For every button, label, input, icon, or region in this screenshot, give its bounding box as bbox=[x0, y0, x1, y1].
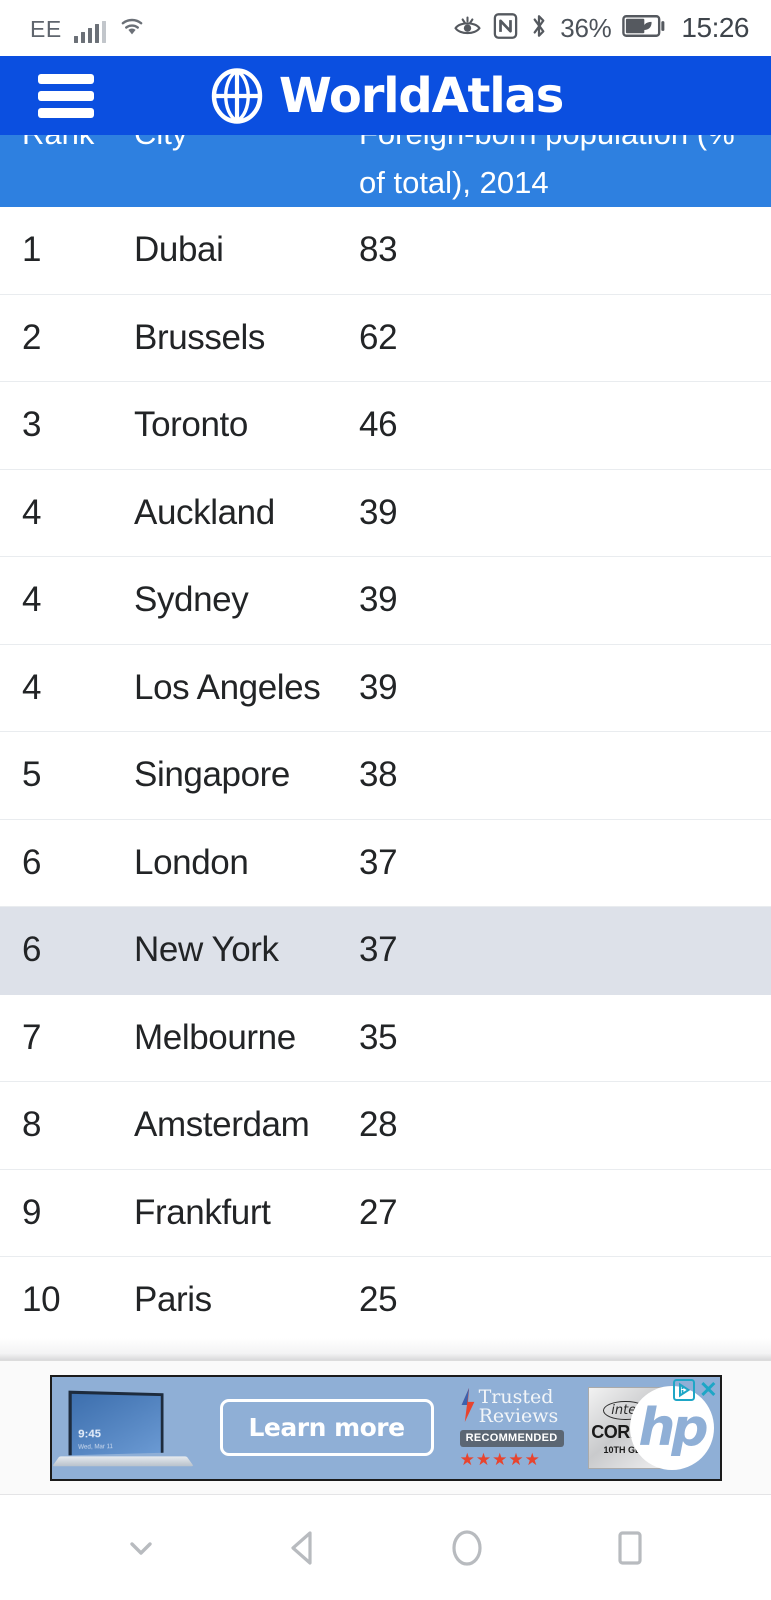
cell-value: 35 bbox=[359, 1017, 398, 1057]
advertisement-banner[interactable]: 9:45 Wed, Mar 11 Learn more Trusted Revi… bbox=[49, 1374, 722, 1481]
cell-value: 37 bbox=[359, 930, 398, 970]
globe-icon bbox=[208, 67, 266, 125]
cell-value: 28 bbox=[359, 1105, 398, 1145]
data-table: Rank City Foreign-born population (% of … bbox=[0, 135, 771, 1360]
cell-value: 38 bbox=[359, 755, 398, 795]
cell-rank: 9 bbox=[22, 1192, 42, 1232]
column-header-value[interactable]: Foreign-born population (% of total), 20… bbox=[359, 135, 771, 207]
status-bar-left: EE bbox=[30, 14, 146, 43]
cell-value: 25 bbox=[359, 1280, 398, 1320]
battery-percent-label: 36% bbox=[560, 12, 612, 43]
hide-nav-button[interactable] bbox=[105, 1512, 177, 1584]
phone-screen: EE 36% 15:26 WorldAtlas of total), 2014 … bbox=[0, 0, 771, 1600]
trusted-reviews-badge: Trusted Reviews RECOMMENDED ★★★★★ bbox=[459, 1385, 564, 1469]
column-header-city[interactable]: City bbox=[134, 135, 359, 207]
trusted-reviews-lightning-icon bbox=[460, 1387, 476, 1426]
recommended-badge-label: RECOMMENDED bbox=[459, 1429, 564, 1447]
app-brand: WorldAtlas bbox=[0, 56, 771, 135]
carrier-label: EE bbox=[30, 15, 62, 42]
cell-city: Dubai bbox=[134, 230, 224, 270]
scroll-shadow bbox=[0, 1338, 771, 1360]
clock-label: 15:26 bbox=[681, 12, 749, 43]
table-row[interactable]: 4 Sydney 39 bbox=[0, 557, 771, 645]
cell-rank: 7 bbox=[22, 1017, 42, 1057]
hamburger-menu-icon[interactable] bbox=[38, 73, 94, 118]
table-header-row: Rank City Foreign-born population (% of … bbox=[0, 135, 771, 207]
ad-controls: ✕ bbox=[673, 1378, 718, 1401]
cell-rank: 4 bbox=[22, 667, 42, 707]
table-row[interactable]: 3 Toronto 46 bbox=[0, 382, 771, 470]
cell-city: Brussels bbox=[134, 317, 266, 357]
adchoices-icon[interactable] bbox=[673, 1378, 696, 1401]
back-button[interactable] bbox=[268, 1512, 340, 1584]
table-row[interactable]: 4 Los Angeles 39 bbox=[0, 645, 771, 732]
cell-value: 39 bbox=[359, 492, 398, 532]
home-button[interactable] bbox=[431, 1512, 503, 1584]
advertisement-zone: 9:45 Wed, Mar 11 Learn more Trusted Revi… bbox=[0, 1360, 771, 1494]
nfc-icon bbox=[493, 12, 518, 44]
laptop-screen-time: 9:45 bbox=[77, 1427, 101, 1441]
status-bar: EE 36% 15:26 bbox=[0, 0, 771, 56]
cell-value: 39 bbox=[359, 580, 398, 620]
table-row[interactable]: 9 Frankfurt 27 bbox=[0, 1170, 771, 1257]
cell-rank: 4 bbox=[22, 492, 42, 532]
status-bar-right: 36% 15:26 bbox=[453, 12, 749, 45]
cell-city: Paris bbox=[134, 1280, 212, 1320]
table-row[interactable]: 2 Brussels 62 bbox=[0, 295, 771, 382]
cell-rank: 3 bbox=[22, 405, 42, 445]
table-row[interactable]: 8 Amsterdam 28 bbox=[0, 1082, 771, 1170]
cell-city: Auckland bbox=[134, 492, 275, 532]
cell-rank: 10 bbox=[22, 1280, 61, 1320]
cell-rank: 8 bbox=[22, 1105, 42, 1145]
learn-more-label: Learn more bbox=[219, 1399, 434, 1456]
navigation-bar bbox=[0, 1494, 771, 1600]
star-rating: ★★★★★ bbox=[459, 1449, 541, 1469]
table-row[interactable]: 5 Singapore 38 bbox=[0, 732, 771, 820]
cell-value: 83 bbox=[359, 230, 398, 270]
cell-city: Toronto bbox=[134, 405, 248, 445]
cell-city: New York bbox=[134, 930, 279, 970]
bluetooth-icon bbox=[529, 12, 549, 45]
trusted-reviews-line1: Trusted bbox=[478, 1385, 554, 1408]
cell-rank: 4 bbox=[22, 580, 42, 620]
app-title: WorldAtlas bbox=[278, 67, 564, 124]
table-row[interactable]: 10 Paris 25 bbox=[0, 1257, 771, 1345]
cell-rank: 2 bbox=[22, 317, 42, 357]
cell-city: Los Angeles bbox=[134, 667, 321, 707]
table-row[interactable]: 7 Melbourne 35 bbox=[0, 995, 771, 1082]
laptop-image: 9:45 Wed, Mar 11 bbox=[51, 1377, 202, 1479]
wifi-icon bbox=[118, 14, 146, 43]
close-icon[interactable]: ✕ bbox=[699, 1378, 717, 1401]
cell-city: Frankfurt bbox=[134, 1192, 271, 1232]
cell-rank: 5 bbox=[22, 755, 42, 795]
cell-rank: 1 bbox=[22, 230, 42, 270]
table-body: 1 Dubai 83 2 Brussels 62 3 Toronto 46 4 Auckland 39… bbox=[0, 207, 771, 1345]
cell-city: Sydney bbox=[134, 580, 249, 620]
table-row[interactable]: 4 Auckland 39 bbox=[0, 470, 771, 557]
laptop-screen-subtitle: Wed, Mar 11 bbox=[77, 1443, 113, 1451]
hp-logo-label: hp bbox=[638, 1397, 708, 1458]
trusted-reviews-line2: Reviews bbox=[478, 1404, 559, 1427]
battery-saver-icon bbox=[622, 13, 666, 44]
cell-city: Amsterdam bbox=[134, 1105, 310, 1145]
table-row[interactable]: 6 London 37 bbox=[0, 820, 771, 907]
eye-comfort-icon bbox=[453, 13, 482, 44]
table-row[interactable]: 6 New York 37 bbox=[0, 907, 771, 995]
cell-city: London bbox=[134, 842, 249, 882]
cell-rank: 6 bbox=[22, 930, 42, 970]
cell-rank: 6 bbox=[22, 842, 42, 882]
cell-city: Melbourne bbox=[134, 1017, 296, 1057]
signal-bars-icon bbox=[73, 20, 107, 43]
cell-value: 39 bbox=[359, 667, 398, 707]
learn-more-button[interactable]: Learn more bbox=[219, 1399, 434, 1456]
recents-button[interactable] bbox=[594, 1512, 666, 1584]
app-bar: WorldAtlas bbox=[0, 56, 771, 135]
cell-value: 27 bbox=[359, 1192, 398, 1232]
cell-value: 46 bbox=[359, 405, 398, 445]
cell-value: 62 bbox=[359, 317, 398, 357]
cell-value: 37 bbox=[359, 842, 398, 882]
cell-city: Singapore bbox=[134, 755, 290, 795]
table-row[interactable]: 1 Dubai 83 bbox=[0, 207, 771, 295]
column-header-rank[interactable]: Rank bbox=[22, 135, 134, 207]
